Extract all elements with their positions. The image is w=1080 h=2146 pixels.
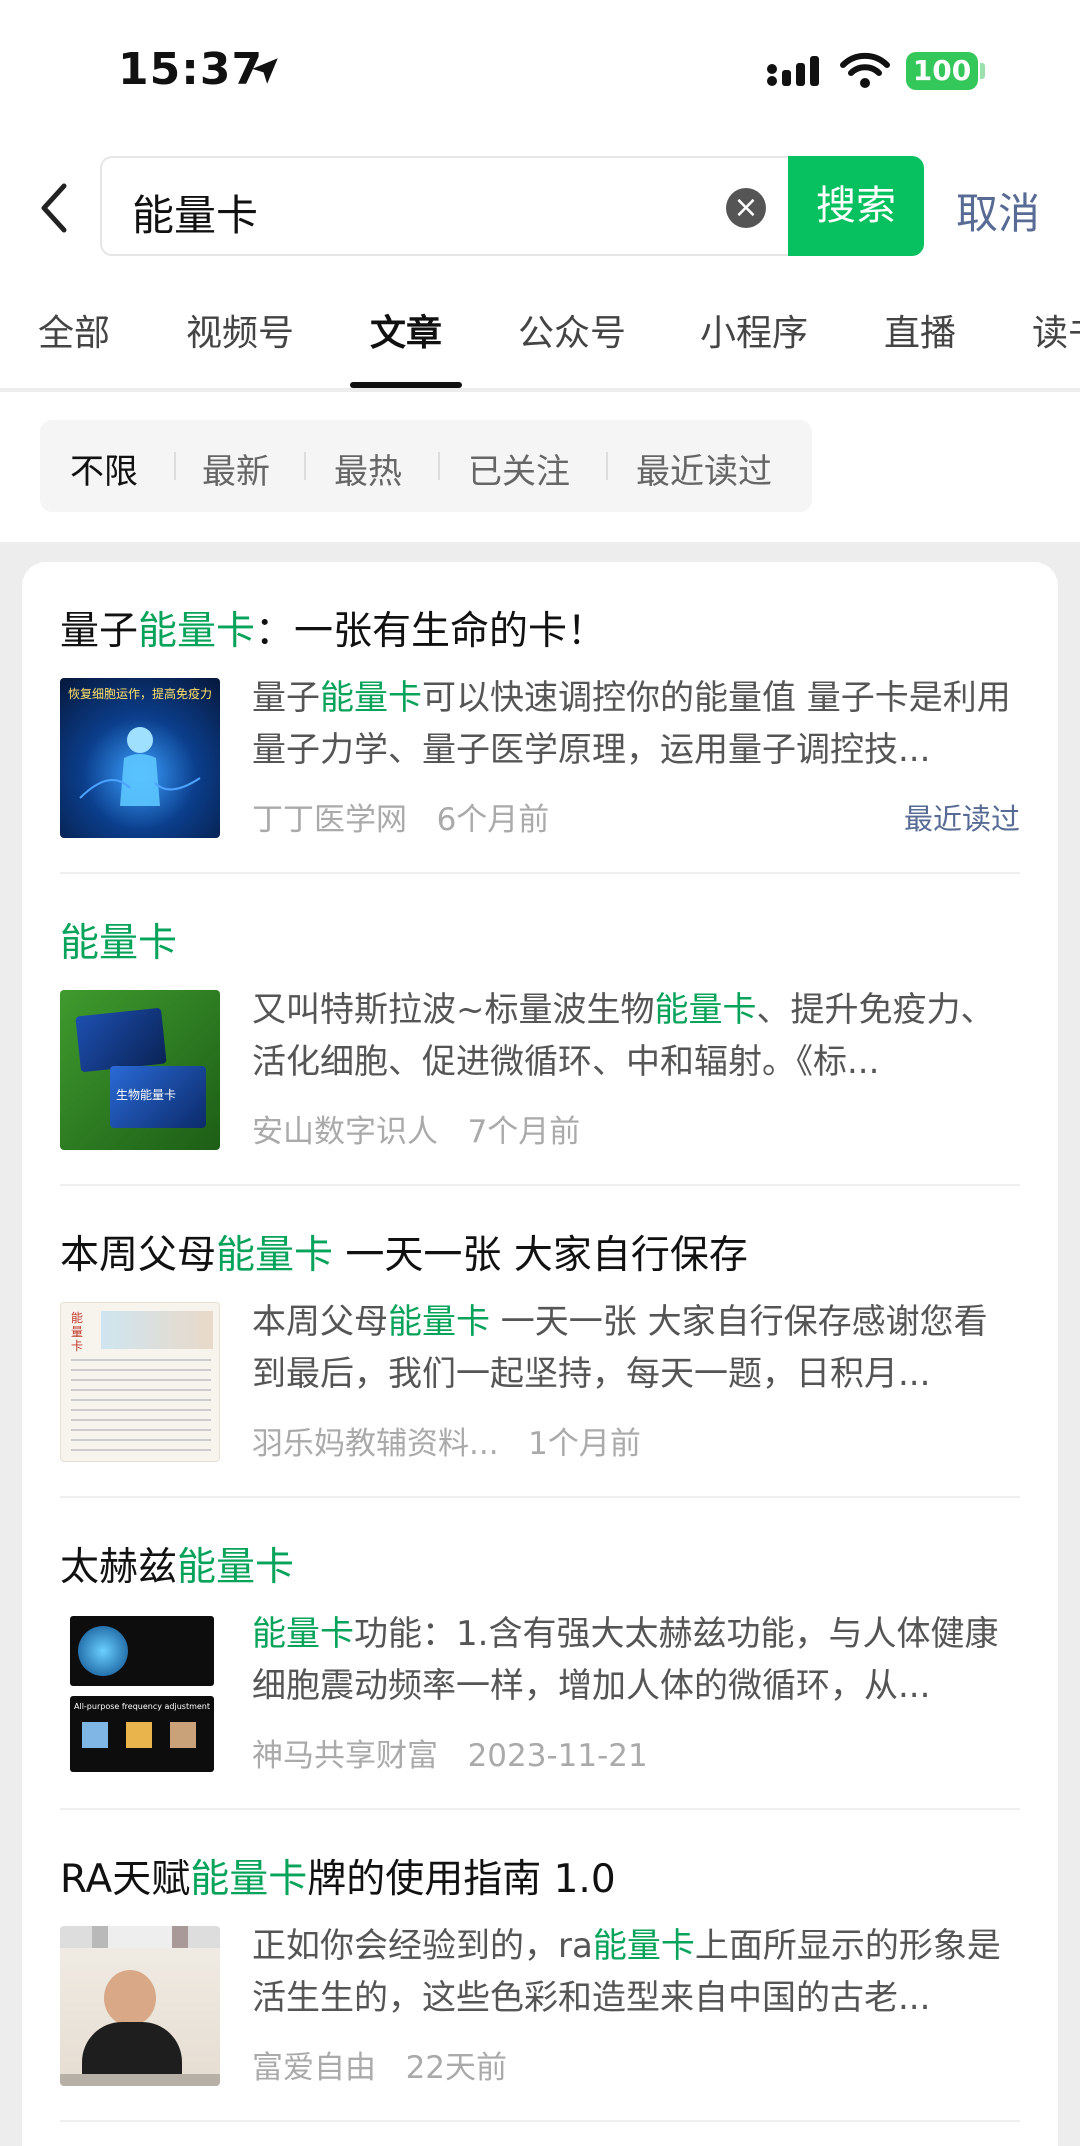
result-meta: 羽乐妈教辅资料... 1个月前 [252,1418,641,1463]
card-image [75,1007,167,1073]
result-title[interactable]: RA天赋能量卡牌的使用指南 1.0 [60,1848,616,1904]
text-lines [71,1359,211,1361]
filter-area: 不限 最新 最热 已关注 最近读过 [0,392,1080,542]
filter-followed[interactable]: 已关注 [468,444,570,493]
food-icon [126,1722,152,1748]
status-time: 15:37 [118,44,264,95]
result-time: 2023-11-21 [467,1738,648,1774]
result-source[interactable]: 富爱自由 [252,2050,376,2086]
result-description: 本周父母能量卡 一天一张 大家自行保存感谢您看到最后，我们一起坚持，每天一题，日… [252,1302,988,1394]
tab-official-accounts[interactable]: 公众号 [518,304,626,356]
result-thumbnail[interactable] [60,1926,220,2086]
result-thumbnail[interactable]: 生物能量卡 [60,990,220,1150]
result-time: 7个月前 [467,1114,581,1150]
filter-recently-read[interactable]: 最近读过 [636,444,772,493]
search-input[interactable]: 能量卡 × [100,156,790,256]
back-chevron-icon[interactable] [36,180,72,236]
wifi-icon [840,52,890,88]
search-query[interactable]: 能量卡 [132,182,258,243]
tab-live[interactable]: 直播 [884,304,956,356]
card-image: All-purpose frequency adjustment [70,1696,214,1772]
wall-art [60,1926,220,1948]
result-source[interactable]: 羽乐妈教辅资料... [252,1426,499,1462]
table-surface [60,2074,220,2086]
recently-read-badge: 最近读过 [903,802,1020,836]
result-time: 6个月前 [436,802,550,838]
result-title[interactable]: 太赫兹能量卡 [60,1536,294,1592]
cancel-button[interactable]: 取消 [956,180,1040,241]
category-tabs: 全部 视频号 文章 公众号 小程序 直播 读书 [0,280,1080,390]
body-icon [170,1722,196,1748]
water-icon [82,1722,108,1748]
result-item[interactable]: 能量卡 生物能量卡 又叫特斯拉波~标量波生物能量卡、提升免疫力、活化细胞、促进微… [60,874,1020,1186]
clear-icon[interactable]: × [726,188,766,228]
filter-divider [606,452,608,480]
battery-indicator: 100 [906,52,978,90]
result-time: 1个月前 [528,1426,641,1462]
filter-hottest[interactable]: 最热 [334,444,402,493]
tab-articles[interactable]: 文章 [370,304,442,356]
result-item[interactable]: RA天赋能量卡牌的使用指南 1.0 正如你会经验到的，ra能量卡上面所显示的形象… [60,1810,1020,2122]
result-thumbnail[interactable]: All-purpose frequency adjustment [60,1614,220,1774]
active-tab-indicator [350,382,462,388]
result-thumbnail[interactable]: 能量卡 [60,1302,220,1462]
tab-books[interactable]: 读书 [1032,304,1080,356]
result-item[interactable]: 本周父母能量卡 一天一张 大家自行保存 能量卡 本周父母能量卡 一天一张 大家自… [60,1186,1020,1498]
filter-divider [304,452,306,480]
result-source[interactable]: 安山数字识人 [252,1114,438,1150]
results-card: 量子能量卡：一张有生命的卡！ 恢复细胞运作，提高免疫力 量子能量卡可以快速调控你… [22,562,1058,2146]
result-description: 正如你会经验到的，ra能量卡上面所显示的形象是活生生的，这些色彩和造型来自中国的… [252,1926,1001,2018]
search-bar-row: 能量卡 × 搜索 取消 [0,140,1080,280]
result-item[interactable]: 量子能量卡：一张有生命的卡！ 恢复细胞运作，提高免疫力 量子能量卡可以快速调控你… [60,562,1020,874]
thumbnail-caption: All-purpose frequency adjustment [74,1702,210,1711]
filter-latest[interactable]: 最新 [202,444,270,493]
result-description: 又叫特斯拉波~标量波生物能量卡、提升免疫力、活化细胞、促进微循环、中和辐射。《标… [252,990,995,1082]
result-item[interactable]: 太赫兹能量卡 All-purpose frequency adjustment … [60,1498,1020,1810]
card-image [70,1616,214,1686]
result-title[interactable]: 能量卡 [60,912,177,968]
thumbnail-caption: 能量卡 [71,1311,84,1353]
photo-strip [101,1311,213,1349]
result-description: 能量卡功能：1.含有强大太赫兹功能，与人体健康细胞震动频率一样，增加人体的微循环… [252,1614,999,1706]
result-source[interactable]: 神马共享财富 [252,1738,438,1774]
result-meta: 富爱自由 22天前 [252,2042,507,2087]
location-arrow-icon [252,58,278,84]
result-meta: 安山数字识人 7个月前 [252,1106,580,1151]
thumbnail-caption: 生物能量卡 [116,1088,177,1102]
tab-channels[interactable]: 视频号 [186,304,294,356]
filter-unlimited[interactable]: 不限 [70,444,138,493]
filter-divider [174,452,176,480]
result-source[interactable]: 丁丁医学网 [252,802,407,838]
battery-tip [980,63,985,79]
search-button[interactable]: 搜索 [788,156,924,256]
result-meta: 丁丁医学网 6个月前 [252,794,549,839]
person-head [104,1970,156,2026]
result-title[interactable]: 本周父母能量卡 一天一张 大家自行保存 [60,1224,748,1280]
status-bar: 15:37 100 [0,0,1080,140]
tab-all[interactable]: 全部 [38,304,110,356]
human-figure-icon [79,727,201,806]
cellular-signal-icon [767,56,819,86]
result-description: 量子能量卡可以快速调控你的能量值 量子卡是利用量子力学、量子医学原理，运用量子调… [252,678,1011,770]
result-meta: 神马共享财富 2023-11-21 [252,1730,648,1775]
card-image: 生物能量卡 [110,1066,206,1128]
globe-icon [78,1626,128,1676]
result-thumbnail[interactable]: 恢复细胞运作，提高免疫力 [60,678,220,838]
filter-divider [438,452,440,480]
filter-bar: 不限 最新 最热 已关注 最近读过 [40,420,812,512]
result-time: 22天前 [405,2050,508,2086]
tab-mini-programs[interactable]: 小程序 [700,304,808,356]
result-title[interactable]: 量子能量卡：一张有生命的卡！ [60,600,606,656]
